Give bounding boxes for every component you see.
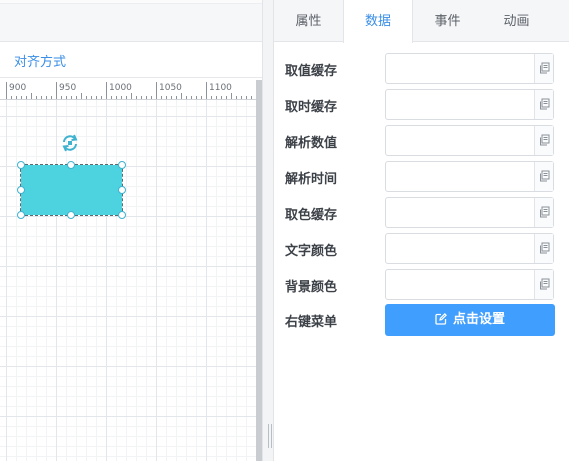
tab-data[interactable]: 数据 — [343, 0, 413, 43]
field-input[interactable] — [386, 126, 535, 155]
field-box — [385, 89, 554, 120]
copy-icon — [540, 170, 550, 182]
field-input[interactable] — [386, 270, 535, 299]
resize-handle-bottom-left[interactable] — [17, 211, 25, 219]
tab-attributes[interactable]: 属性 — [274, 0, 343, 42]
design-canvas[interactable] — [0, 100, 256, 461]
copy-icon — [540, 98, 550, 110]
resize-handle-bottom-right[interactable] — [118, 211, 126, 219]
properties-panel: 属性 数据 事件 动画 取值缓存取时缓存解析数值解析时间取色缓存文字颜色背景颜色… — [274, 0, 569, 461]
field-input[interactable] — [386, 234, 535, 263]
edit-icon — [435, 313, 447, 325]
field-label: 取时缓存 — [285, 100, 338, 115]
field-input[interactable] — [386, 90, 535, 119]
field-picker-button[interactable] — [534, 126, 553, 155]
field-label: 背景颜色 — [285, 280, 338, 295]
resize-handle-left[interactable] — [17, 186, 25, 194]
field-input[interactable] — [386, 54, 535, 83]
resize-handle-top[interactable] — [67, 161, 75, 169]
field-box — [385, 197, 554, 228]
editor-window: 对齐方式 900 950 1000 1050 1100 属性 数据 事件 动画 … — [0, 0, 569, 461]
field-picker-button[interactable] — [534, 270, 553, 299]
canvas-area: 对齐方式 900 950 1000 1050 1100 — [0, 0, 268, 461]
field-box — [385, 269, 554, 300]
ruler-tick-label: 950 — [59, 83, 76, 93]
horizontal-ruler: 900 950 1000 1050 1100 — [0, 80, 256, 100]
field-label: 取值缓存 — [285, 64, 338, 79]
field-box — [385, 161, 554, 192]
field-picker-button[interactable] — [534, 198, 553, 227]
canvas-topbar — [0, 0, 268, 42]
field-picker-button[interactable] — [534, 234, 553, 263]
context-menu-set-button[interactable]: 点击设置 — [385, 304, 555, 336]
field-label: 解析时间 — [285, 172, 338, 187]
copy-icon — [540, 278, 550, 290]
splitter-grip-icon[interactable] — [268, 424, 272, 448]
field-label: 取色缓存 — [285, 208, 338, 223]
copy-icon — [540, 134, 550, 146]
align-menu-button[interactable]: 对齐方式 — [14, 51, 66, 70]
resize-handle-right[interactable] — [118, 186, 126, 194]
ruler-tick-label: 1000 — [109, 83, 132, 93]
ruler-tick-label: 900 — [9, 83, 26, 93]
ruler-tick-label: 1100 — [209, 83, 232, 93]
copy-icon — [540, 62, 550, 74]
tab-events[interactable]: 事件 — [413, 0, 482, 42]
ruler-svg: 900 950 1000 1050 1100 — [6, 82, 252, 99]
panel-tabs: 属性 数据 事件 动画 — [274, 0, 569, 43]
context-menu-label: 右键菜单 — [285, 315, 338, 330]
field-box — [385, 233, 554, 264]
field-label: 解析数值 — [285, 136, 338, 151]
field-box — [385, 125, 554, 156]
tab-animation[interactable]: 动画 — [482, 0, 551, 42]
canvas-toolbar: 对齐方式 — [0, 42, 268, 78]
resize-handle-top-right[interactable] — [118, 161, 126, 169]
context-menu-set-button-label: 点击设置 — [452, 312, 505, 327]
resize-handle-top-left[interactable] — [17, 161, 25, 169]
field-label: 文字颜色 — [285, 244, 338, 259]
copy-icon — [540, 242, 550, 254]
field-box — [385, 53, 554, 84]
field-input[interactable] — [386, 162, 535, 191]
field-input[interactable] — [386, 198, 535, 227]
resize-handle-bottom[interactable] — [67, 211, 75, 219]
selected-rectangle-shape[interactable] — [20, 164, 123, 216]
panel-splitter[interactable] — [262, 0, 274, 461]
field-picker-button[interactable] — [534, 54, 553, 83]
rotate-icon[interactable] — [60, 133, 80, 153]
field-picker-button[interactable] — [534, 162, 553, 191]
field-picker-button[interactable] — [534, 90, 553, 119]
ruler-tick-label: 1050 — [159, 83, 182, 93]
copy-icon — [540, 206, 550, 218]
